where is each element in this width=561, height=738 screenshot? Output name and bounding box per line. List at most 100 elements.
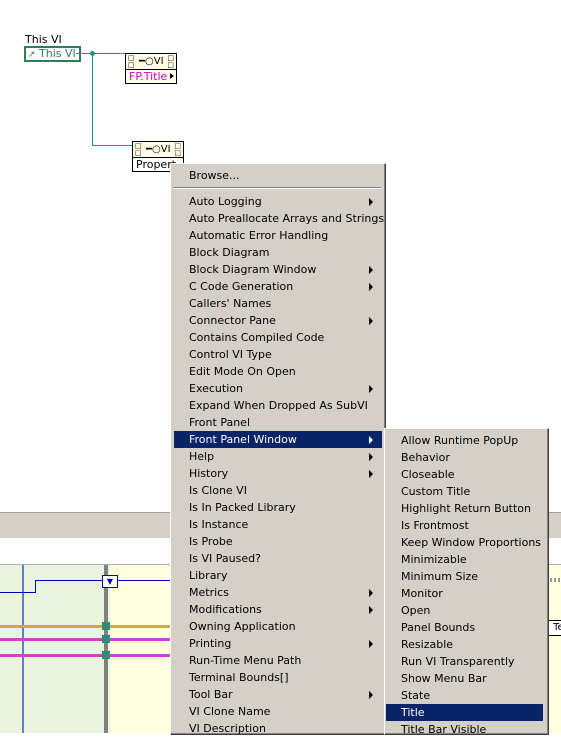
submenu-arrow-icon (369, 385, 373, 393)
submenu-item-allow-runtime-popup[interactable]: Allow Runtime PopUp (386, 432, 543, 449)
reference-wire[interactable] (76, 53, 126, 54)
this-vi-caption: This VI (25, 33, 62, 46)
menu-item-terminal-bounds[interactable]: Terminal Bounds[] (174, 669, 382, 686)
menu-item-is-probe[interactable]: Is Probe (174, 533, 382, 550)
menu-item-front-panel[interactable]: Front Panel (174, 414, 382, 431)
menu-item-front-panel-window[interactable]: Front Panel Window (174, 431, 382, 448)
menu-item-execution[interactable]: Execution (174, 380, 382, 397)
menu-item-block-diagram[interactable]: Block Diagram (174, 244, 382, 261)
submenu-item-is-frontmost[interactable]: Is Frontmost (386, 517, 543, 534)
property-row[interactable]: FP.Title (126, 70, 176, 83)
submenu-item-label: Title (401, 706, 425, 719)
submenu-item-label: Title Bar Visible (401, 723, 487, 736)
menu-item-label: Owning Application (189, 620, 296, 633)
menu-item-contains-compiled-code[interactable]: Contains Compiled Code (174, 329, 382, 346)
error-wire-vertical (35, 580, 36, 593)
selector-icon[interactable]: ▼ (102, 575, 118, 588)
menu-item-label: Front Panel Window (189, 433, 297, 446)
menu-item-label: Is In Packed Library (189, 501, 296, 514)
submenu-item-label: Custom Title (401, 485, 471, 498)
menu-item-modifications[interactable]: Modifications (174, 601, 382, 618)
menu-item-tool-bar[interactable]: Tool Bar (174, 686, 382, 703)
menu-item-history[interactable]: History (174, 465, 382, 482)
submenu-item-panel-bounds[interactable]: Panel Bounds (386, 619, 543, 636)
menu-separator (173, 187, 381, 189)
submenu-item-title-bar-visible[interactable]: Title Bar Visible (386, 721, 543, 738)
submenu-item-label: Minimizable (401, 553, 467, 566)
submenu-arrow-icon (369, 198, 373, 206)
menu-item-control-vi-type[interactable]: Control VI Type (174, 346, 382, 363)
menu-item-label: C Code Generation (189, 280, 294, 293)
submenu-item-label: State (401, 689, 431, 702)
submenu-item-custom-title[interactable]: Custom Title (386, 483, 543, 500)
submenu-arrow-icon (369, 436, 373, 444)
property-node-header: □ □ ━○VI □ □ (133, 142, 183, 158)
menu-item-label: Printing (189, 637, 232, 650)
submenu-item-open[interactable]: Open (386, 602, 543, 619)
menu-item-vi-clone-name[interactable]: VI Clone Name (174, 703, 382, 720)
menu-item-label: Auto Preallocate Arrays and Strings (189, 212, 385, 225)
submenu-item-label: Behavior (401, 451, 450, 464)
menu-item-auto-logging[interactable]: Auto Logging (174, 193, 382, 210)
menu-item-block-diagram-window[interactable]: Block Diagram Window (174, 261, 382, 278)
submenu-item-behavior[interactable]: Behavior (386, 449, 543, 466)
menu-item-label: Tool Bar (189, 688, 233, 701)
submenu-item-label: Open (401, 604, 431, 617)
menu-item-vi-description[interactable]: VI Description (174, 720, 382, 737)
this-vi-terminal[interactable]: ↗ This VI (24, 46, 81, 62)
menu-item-label: Block Diagram (189, 246, 270, 259)
submenu-item-minimizable[interactable]: Minimizable (386, 551, 543, 568)
menu-item-label: Front Panel (189, 416, 250, 429)
menu-item-edit-mode-on-open[interactable]: Edit Mode On Open (174, 363, 382, 380)
menu-item-auto-preallocate-arrays-and-strings[interactable]: Auto Preallocate Arrays and Strings (174, 210, 385, 227)
submenu-arrow-icon (369, 470, 373, 478)
tunnel-1[interactable] (102, 622, 110, 630)
menu-item-is-instance[interactable]: Is Instance (174, 516, 382, 533)
menu-item-label: Automatic Error Handling (189, 229, 329, 242)
submenu-item-label: Is Frontmost (401, 519, 469, 532)
submenu-item-monitor[interactable]: Monitor (386, 585, 543, 602)
submenu-item-keep-window-proportions[interactable]: Keep Window Proportions (386, 534, 543, 551)
menu-item-run-time-menu-path[interactable]: Run-Time Menu Path (174, 652, 382, 669)
menu-item-label: VI Description (189, 722, 266, 735)
menu-item-library[interactable]: Library (174, 567, 382, 584)
submenu-item-minimum-size[interactable]: Minimum Size (386, 568, 543, 585)
menu-item-is-vi-paused[interactable]: Is VI Paused? (174, 550, 382, 567)
submenu-item-resizable[interactable]: Resizable (386, 636, 543, 653)
tunnel-2[interactable] (102, 635, 110, 643)
submenu-item-run-vi-transparently[interactable]: Run VI Transparently (386, 653, 543, 670)
menu-item-connector-pane[interactable]: Connector Pane (174, 312, 382, 329)
menu-item-is-in-packed-library[interactable]: Is In Packed Library (174, 499, 382, 516)
context-menu[interactable]: Browse... Auto Logging Auto Preallocate A… (170, 163, 386, 735)
submenu-arrow-icon (369, 589, 373, 597)
submenu-item-highlight-return-button[interactable]: Highlight Return Button (386, 500, 543, 517)
submenu-item-title[interactable]: Title (386, 704, 543, 721)
menu-item-printing[interactable]: Printing (174, 635, 382, 652)
menu-item-expand-when-dropped-as-subvi[interactable]: Expand When Dropped As SubVI (174, 397, 382, 414)
submenu-item-show-menu-bar[interactable]: Show Menu Bar (386, 670, 543, 687)
menu-item-help[interactable]: Help (174, 448, 382, 465)
menu-item-metrics[interactable]: Metrics (174, 584, 382, 601)
menu-item-label: Connector Pane (189, 314, 276, 327)
property-node-fp-title[interactable]: □ □ ━○VI □ □ FP.Title (125, 53, 177, 84)
menu-item-callers-names[interactable]: Callers' Names (174, 295, 382, 312)
output-arrow-icon (170, 73, 174, 79)
front-panel-window-submenu[interactable]: Allow Runtime PopUp Behavior Closeable Cust… (384, 428, 549, 738)
submenu-item-label: Highlight Return Button (401, 502, 532, 515)
submenu-arrow-icon (369, 266, 373, 274)
reference-wire-branch[interactable] (92, 53, 93, 146)
menu-item-label: Help (189, 450, 215, 463)
menu-item-automatic-error-handling[interactable]: Automatic Error Handling (174, 227, 382, 244)
menu-item-browse[interactable]: Browse... (174, 167, 382, 184)
submenu-item-closeable[interactable]: Closeable (386, 466, 543, 483)
menu-item-owning-application[interactable]: Owning Application (174, 618, 382, 635)
reference-wire-to-node2[interactable] (92, 145, 133, 146)
submenu-item-label: Panel Bounds (401, 621, 476, 634)
menu-item-c-code-generation[interactable]: C Code Generation (174, 278, 382, 295)
menu-item-is-clone-vi[interactable]: Is Clone VI (174, 482, 382, 499)
submenu-item-state[interactable]: State (386, 687, 543, 704)
menu-item-label: Is Instance (189, 518, 249, 531)
submenu-item-label: Run VI Transparently (401, 655, 515, 668)
tunnel-3[interactable] (102, 651, 110, 659)
diagram-region-middle (110, 565, 170, 733)
